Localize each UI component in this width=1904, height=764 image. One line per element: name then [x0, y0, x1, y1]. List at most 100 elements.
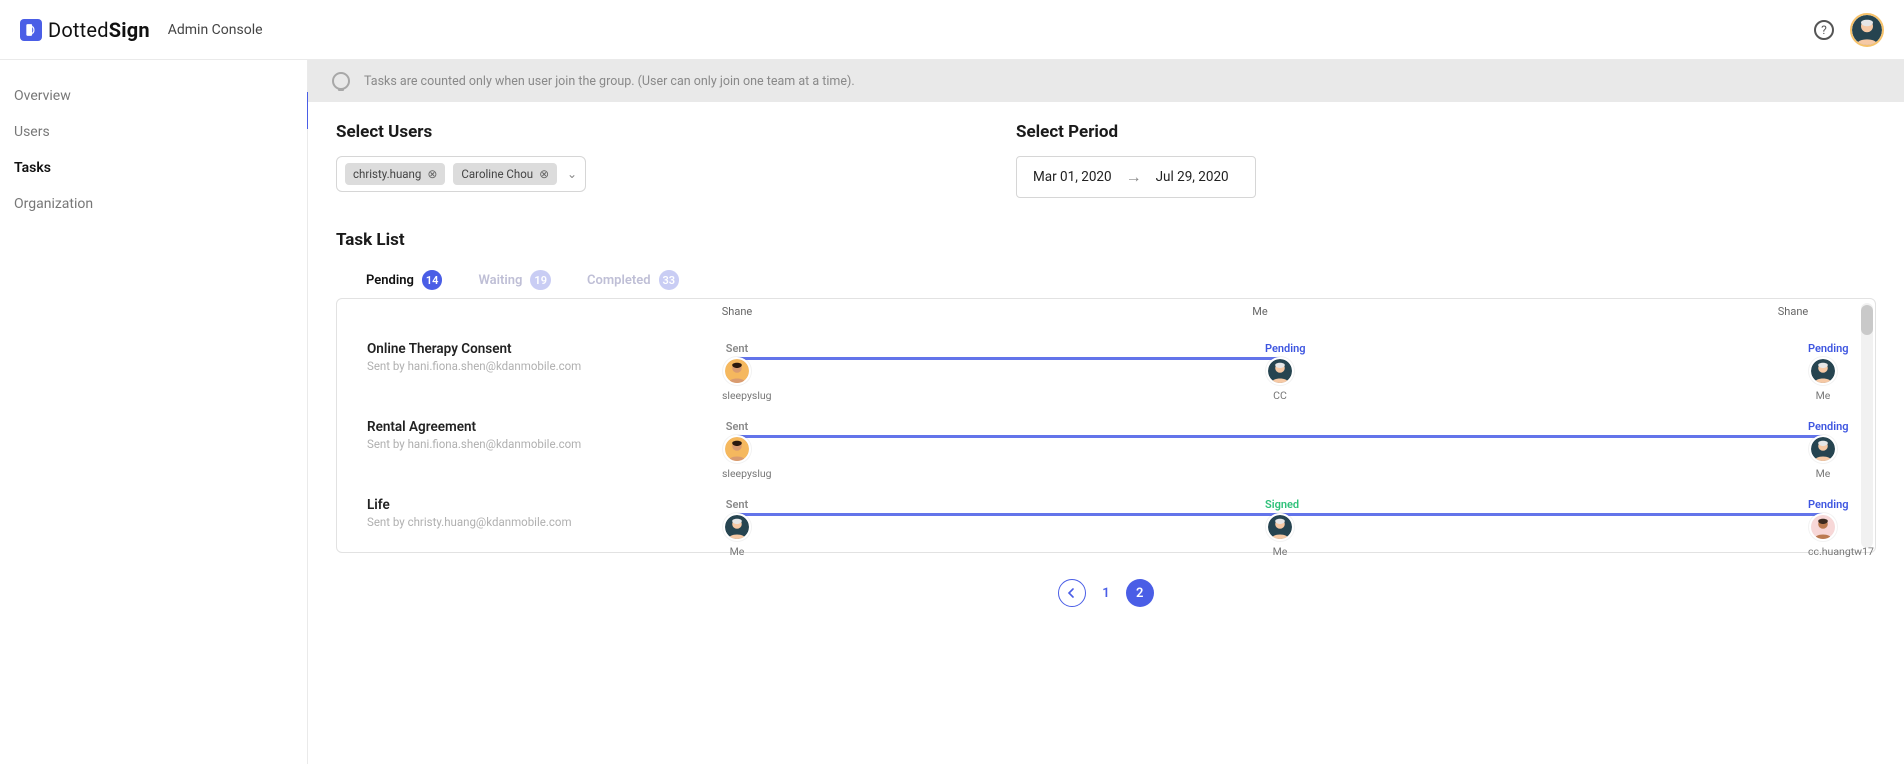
node-avatar: [1266, 513, 1294, 541]
pagination: 12: [336, 553, 1876, 625]
tab-badge: 19: [530, 270, 551, 290]
node-avatar: [1809, 435, 1837, 463]
select-period-title: Select Period: [1016, 122, 1118, 142]
task-timeline: Sent sleepyslug Pending Me: [737, 406, 1823, 464]
pagination-page-2[interactable]: 2: [1126, 579, 1154, 607]
task-row[interactable]: Online Therapy Consent Sent by hani.fion…: [337, 318, 1863, 396]
logo-text-dotted: Dotted: [48, 18, 109, 42]
timeline-node: Pending CC: [1265, 342, 1295, 402]
node-status: Sent: [722, 420, 752, 433]
tab-label: Pending: [366, 273, 414, 288]
node-who: Me: [1808, 467, 1838, 480]
timeline-node: Signed Me: [1265, 498, 1295, 558]
tab-completed[interactable]: Completed33: [587, 270, 679, 290]
logo-text: DottedSign: [48, 18, 150, 42]
topbar: DottedSign Admin Console ?: [0, 0, 1904, 60]
user-avatar[interactable]: [1850, 13, 1884, 47]
tab-pending[interactable]: Pending 14: [366, 270, 442, 290]
topbar-left: DottedSign Admin Console: [20, 18, 263, 42]
timeline-node: Sent sleepyslug: [722, 420, 752, 480]
scrollbar-thumb[interactable]: [1861, 305, 1873, 335]
node-avatar: [723, 435, 751, 463]
timeline-node: Sent sleepyslug: [722, 342, 752, 402]
task-info: Rental Agreement Sent by hani.fiona.shen…: [367, 419, 737, 451]
node-who: Me: [722, 545, 752, 558]
user-chip: christy.huang ⊗: [345, 163, 445, 185]
info-banner-text: Tasks are counted only when user join th…: [364, 74, 855, 89]
task-tabs: Pending 14 Waiting 19 Completed33: [336, 270, 1876, 290]
sidebar-item-users[interactable]: Users: [0, 114, 307, 150]
chip-label: christy.huang: [353, 167, 421, 181]
filters-row: Select Users christy.huang⊗Caroline Chou…: [308, 102, 1904, 206]
node-avatar: [1809, 513, 1837, 541]
task-title: Life: [367, 497, 737, 513]
admin-console-label: Admin Console: [168, 22, 263, 38]
node-status: Pending: [1265, 342, 1295, 355]
task-list-section: Task List Pending14Waiting19Completed33 …: [308, 206, 1904, 633]
sidebar-item-overview[interactable]: Overview: [0, 78, 307, 114]
timeline-node: Pending Me: [1808, 342, 1838, 402]
node-status: Sent: [722, 342, 752, 355]
logo-mark-icon: [20, 19, 42, 41]
help-icon[interactable]: ?: [1814, 20, 1834, 40]
timeline-line: [737, 357, 1280, 360]
node-who: Me: [1265, 545, 1295, 558]
node-status: Pending: [1808, 420, 1838, 433]
tab-label: Waiting: [478, 273, 522, 288]
node-status: Pending: [1808, 342, 1838, 355]
select-users-block: Select Users christy.huang⊗Caroline Chou…: [336, 122, 976, 198]
node-avatar: [1809, 357, 1837, 385]
task-info: Online Therapy Consent Sent by hani.fion…: [367, 341, 737, 373]
node-who: CC: [1265, 389, 1295, 402]
node-status: Pending: [1808, 498, 1838, 511]
select-period-block: Select Period Mar 01, 2020 → Jul 29, 202…: [1016, 122, 1876, 198]
sidebar: OverviewUsersTasksOrganization: [0, 60, 308, 764]
tab-label: Completed: [587, 273, 651, 288]
tab-badge: 14: [422, 270, 443, 290]
node-who: Me: [1808, 389, 1838, 402]
logo-text-sign: Sign: [109, 18, 150, 42]
task-panel: Shane Me Shane Online Therapy Consent Se…: [336, 298, 1876, 553]
pagination-page-1[interactable]: 1: [1102, 586, 1109, 601]
select-users-title: Select Users: [336, 122, 976, 142]
bulb-icon: [332, 72, 350, 90]
node-avatar: [723, 357, 751, 385]
task-timeline: Sent sleepyslug Pending CC Pending Me: [737, 328, 1823, 386]
timeline-context-row: Shane Me Shane: [337, 299, 1863, 318]
context-mid: Me: [757, 305, 1763, 318]
sidebar-item-tasks[interactable]: Tasks: [0, 150, 307, 186]
logo[interactable]: DottedSign: [20, 18, 150, 42]
main-content: Tasks are counted only when user join th…: [308, 60, 1904, 764]
scrollbar-track[interactable]: [1861, 303, 1873, 548]
timeline-node: Pending cc.huangtw17: [1808, 498, 1838, 558]
task-timeline: Sent Me Signed Me Pending cc.huangtw17: [737, 484, 1823, 542]
task-row[interactable]: Rental Agreement Sent by hani.fiona.shen…: [337, 396, 1863, 474]
chip-remove-icon[interactable]: ⊗: [427, 167, 437, 181]
user-chip: Caroline Chou ⊗: [453, 163, 557, 185]
period-picker[interactable]: Mar 01, 2020 → Jul 29, 2020: [1016, 156, 1256, 198]
task-rows: Online Therapy Consent Sent by hani.fion…: [337, 318, 1863, 552]
period-from: Mar 01, 2020: [1033, 169, 1112, 185]
task-row[interactable]: Life Sent by christy.huang@kdanmobile.co…: [337, 474, 1863, 552]
context-left: Shane: [717, 305, 757, 318]
period-to: Jul 29, 2020: [1156, 169, 1229, 185]
info-banner: Tasks are counted only when user join th…: [308, 60, 1904, 102]
sidebar-item-organization[interactable]: Organization: [0, 186, 307, 222]
layout: OverviewUsersTasksOrganization Tasks are…: [0, 60, 1904, 764]
select-users-dropdown[interactable]: christy.huang⊗Caroline Chou⊗⌄: [336, 156, 586, 192]
chip-remove-icon[interactable]: ⊗: [539, 167, 549, 181]
pagination-prev[interactable]: [1058, 579, 1086, 607]
topbar-right: ?: [1814, 13, 1884, 47]
node-who: cc.huangtw17: [1808, 545, 1838, 558]
timeline-node: Pending Me: [1808, 420, 1838, 480]
chip-label: Caroline Chou: [461, 167, 533, 181]
node-avatar: [723, 513, 751, 541]
node-who: sleepyslug: [722, 389, 752, 402]
task-info: Life Sent by christy.huang@kdanmobile.co…: [367, 497, 737, 529]
task-subtitle: Sent by hani.fiona.shen@kdanmobile.com: [367, 359, 737, 373]
task-title: Online Therapy Consent: [367, 341, 737, 357]
tab-waiting[interactable]: Waiting 19: [478, 270, 551, 290]
task-subtitle: Sent by christy.huang@kdanmobile.com: [367, 515, 737, 529]
arrow-right-icon: →: [1126, 167, 1142, 187]
node-status: Signed: [1265, 498, 1295, 511]
